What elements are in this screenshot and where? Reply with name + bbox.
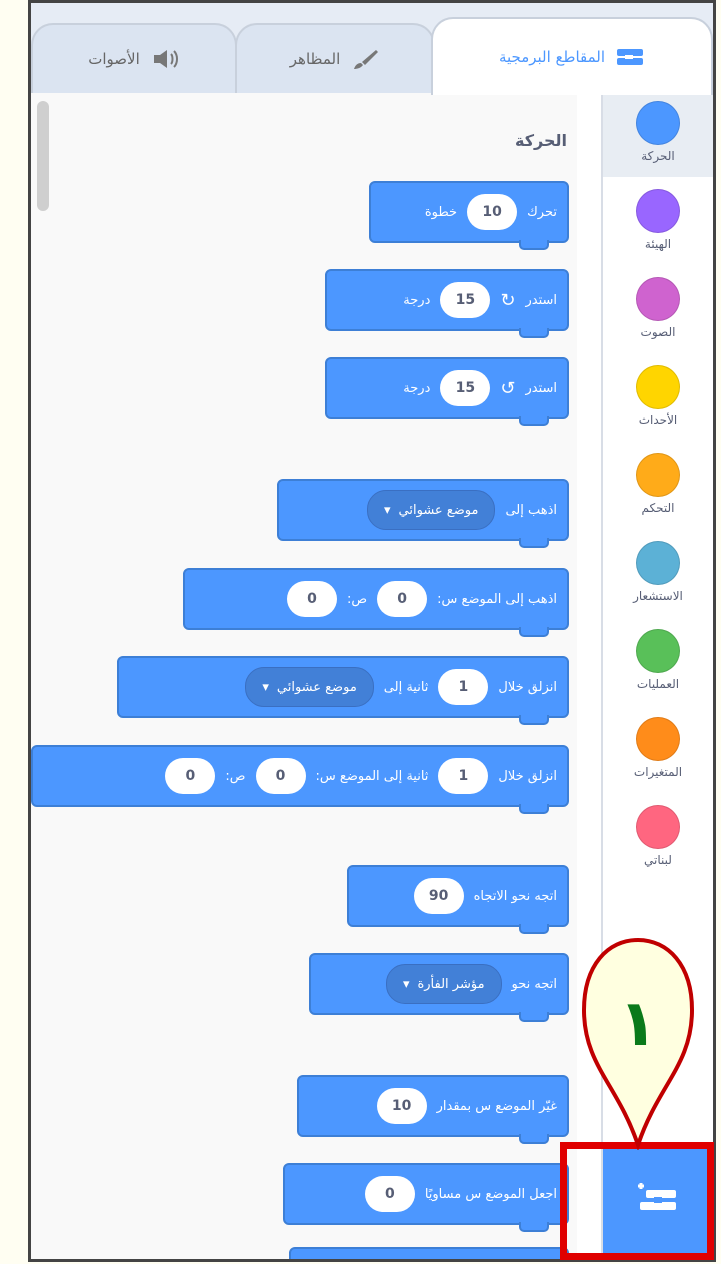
degrees-input[interactable]: 15 (440, 282, 491, 318)
tab-costumes[interactable]: المظاهر (235, 23, 435, 93)
change-x-input[interactable]: 10 (376, 1088, 427, 1124)
block-text: اذهب إلى (505, 502, 557, 518)
dropdown-arrow-icon: ▾ (262, 679, 269, 695)
category-sound-dot (636, 277, 680, 321)
category-motion[interactable]: الحركة (603, 93, 713, 177)
tab-bar: الأصوات المظاهر المقاطع البرمجية (31, 3, 713, 95)
category-label: التحكم (641, 501, 675, 515)
block-text: انزلق خلال (498, 768, 557, 784)
rotate-counterclockwise-icon: ↺ (500, 377, 516, 399)
block-text: اجعل الموضع س مساويًا (424, 1186, 557, 1202)
add-extension-icon (634, 1180, 682, 1229)
category-my-blocks-dot (636, 805, 680, 849)
category-label: العمليات (636, 677, 680, 691)
dropdown-arrow-icon: ▾ (384, 502, 391, 518)
category-my-blocks[interactable]: لبناتي (603, 797, 713, 881)
change-x-block[interactable]: غيّر الموضع س بمقدار 10 (297, 1075, 569, 1144)
block-text: اذهب إلى الموضع س: (437, 591, 557, 607)
category-label: لبناتي (644, 853, 672, 867)
category-looks[interactable]: الهيئة (603, 181, 713, 265)
target-dropdown[interactable]: مؤشر الفأرة ▾ (385, 964, 502, 1004)
set-x-input[interactable]: 0 (364, 1176, 415, 1212)
partial-block[interactable] (289, 1247, 569, 1259)
seconds-input[interactable]: 1 (438, 669, 489, 705)
category-variables-dot (636, 717, 680, 761)
block-text: استدر (525, 380, 557, 396)
point-towards-block[interactable]: اتجه نحو مؤشر الفأرة ▾ (309, 953, 569, 1022)
go-to-block[interactable]: اذهب إلى موضع عشوائي ▾ (277, 479, 569, 548)
block-text: ثانية إلى الموضع س: (315, 768, 429, 784)
speaker-icon (150, 48, 180, 70)
palette-scrollbar[interactable] (37, 101, 49, 211)
category-operators-dot (636, 629, 680, 673)
category-sound[interactable]: الصوت (603, 269, 713, 353)
add-extension-button[interactable] (603, 1149, 713, 1259)
category-label: الصوت (640, 325, 676, 339)
block-text: غيّر الموضع س بمقدار (436, 1098, 557, 1114)
category-control[interactable]: التحكم (603, 445, 713, 529)
category-motion-dot (636, 101, 680, 145)
y-input[interactable]: 0 (287, 581, 338, 617)
dropdown-value: موضع عشوائي (398, 502, 479, 518)
glide-xy-block[interactable]: انزلق خلال 1 ثانية إلى الموضع س: 0 ص: 0 (31, 745, 569, 814)
target-dropdown[interactable]: موضع عشوائي ▾ (367, 490, 496, 530)
tab-sounds[interactable]: الأصوات (31, 23, 237, 93)
block-palette: الحركة تحرك 10 خطوة استدر ↻ 15 درجة استد… (31, 93, 577, 1259)
degrees-input[interactable]: 15 (440, 370, 491, 406)
dropdown-value: مؤشر الفأرة (417, 976, 485, 992)
block-text: تحرك (527, 204, 557, 220)
category-looks-dot (636, 189, 680, 233)
callout-number: ١ (618, 987, 657, 1061)
turn-left-block[interactable]: استدر ↺ 15 درجة (325, 357, 569, 426)
block-text: خطوة (424, 204, 458, 220)
glide-to-block[interactable]: انزلق خلال 1 ثانية إلى موضع عشوائي ▾ (117, 656, 569, 725)
category-events-dot (636, 365, 680, 409)
block-text: ثانية إلى (383, 679, 429, 695)
section-title: الحركة (515, 131, 567, 150)
category-label: الأحداث (638, 413, 678, 427)
tab-costumes-label: المظاهر (289, 50, 341, 68)
block-text: انزلق خلال (498, 679, 557, 695)
go-to-xy-block[interactable]: اذهب إلى الموضع س: 0 ص: 0 (183, 568, 569, 637)
category-label: الهيئة (644, 237, 672, 251)
brush-icon (350, 48, 380, 70)
direction-input[interactable]: 90 (413, 878, 464, 914)
block-text: درجة (403, 292, 431, 308)
category-sensing[interactable]: الاستشعار (603, 533, 713, 617)
callout-marker: ١ (581, 937, 695, 1150)
block-text: اتجه نحو الاتجاه (473, 888, 557, 904)
code-icon (615, 46, 645, 68)
point-in-direction-block[interactable]: اتجه نحو الاتجاه 90 (347, 865, 569, 934)
dropdown-arrow-icon: ▾ (402, 976, 410, 992)
category-label: الاستشعار (633, 589, 683, 603)
tab-sounds-label: الأصوات (88, 50, 140, 68)
x-input[interactable]: 0 (255, 758, 306, 794)
steps-input[interactable]: 10 (467, 194, 518, 230)
block-text: استدر (525, 292, 557, 308)
x-input[interactable]: 0 (377, 581, 428, 617)
set-x-block[interactable]: اجعل الموضع س مساويًا 0 (283, 1163, 569, 1232)
dropdown-value: موضع عشوائي (276, 679, 357, 695)
target-dropdown[interactable]: موضع عشوائي ▾ (245, 667, 374, 707)
category-variables[interactable]: المتغيرات (603, 709, 713, 793)
category-label: الحركة (641, 149, 675, 163)
block-text: درجة (403, 380, 431, 396)
category-events[interactable]: الأحداث (603, 357, 713, 441)
move-steps-block[interactable]: تحرك 10 خطوة (369, 181, 569, 250)
seconds-input[interactable]: 1 (438, 758, 489, 794)
category-control-dot (636, 453, 680, 497)
y-input[interactable]: 0 (165, 758, 216, 794)
category-operators[interactable]: العمليات (603, 621, 713, 705)
tab-code-label: المقاطع البرمجية (498, 48, 606, 66)
tab-code[interactable]: المقاطع البرمجية (431, 17, 713, 95)
block-text: ص: (225, 768, 246, 784)
block-text: اتجه نحو (511, 976, 557, 992)
rotate-clockwise-icon: ↻ (500, 289, 516, 311)
category-sensing-dot (636, 541, 680, 585)
block-text: ص: (347, 591, 368, 607)
category-label: المتغيرات (633, 765, 683, 779)
turn-right-block[interactable]: استدر ↻ 15 درجة (325, 269, 569, 338)
